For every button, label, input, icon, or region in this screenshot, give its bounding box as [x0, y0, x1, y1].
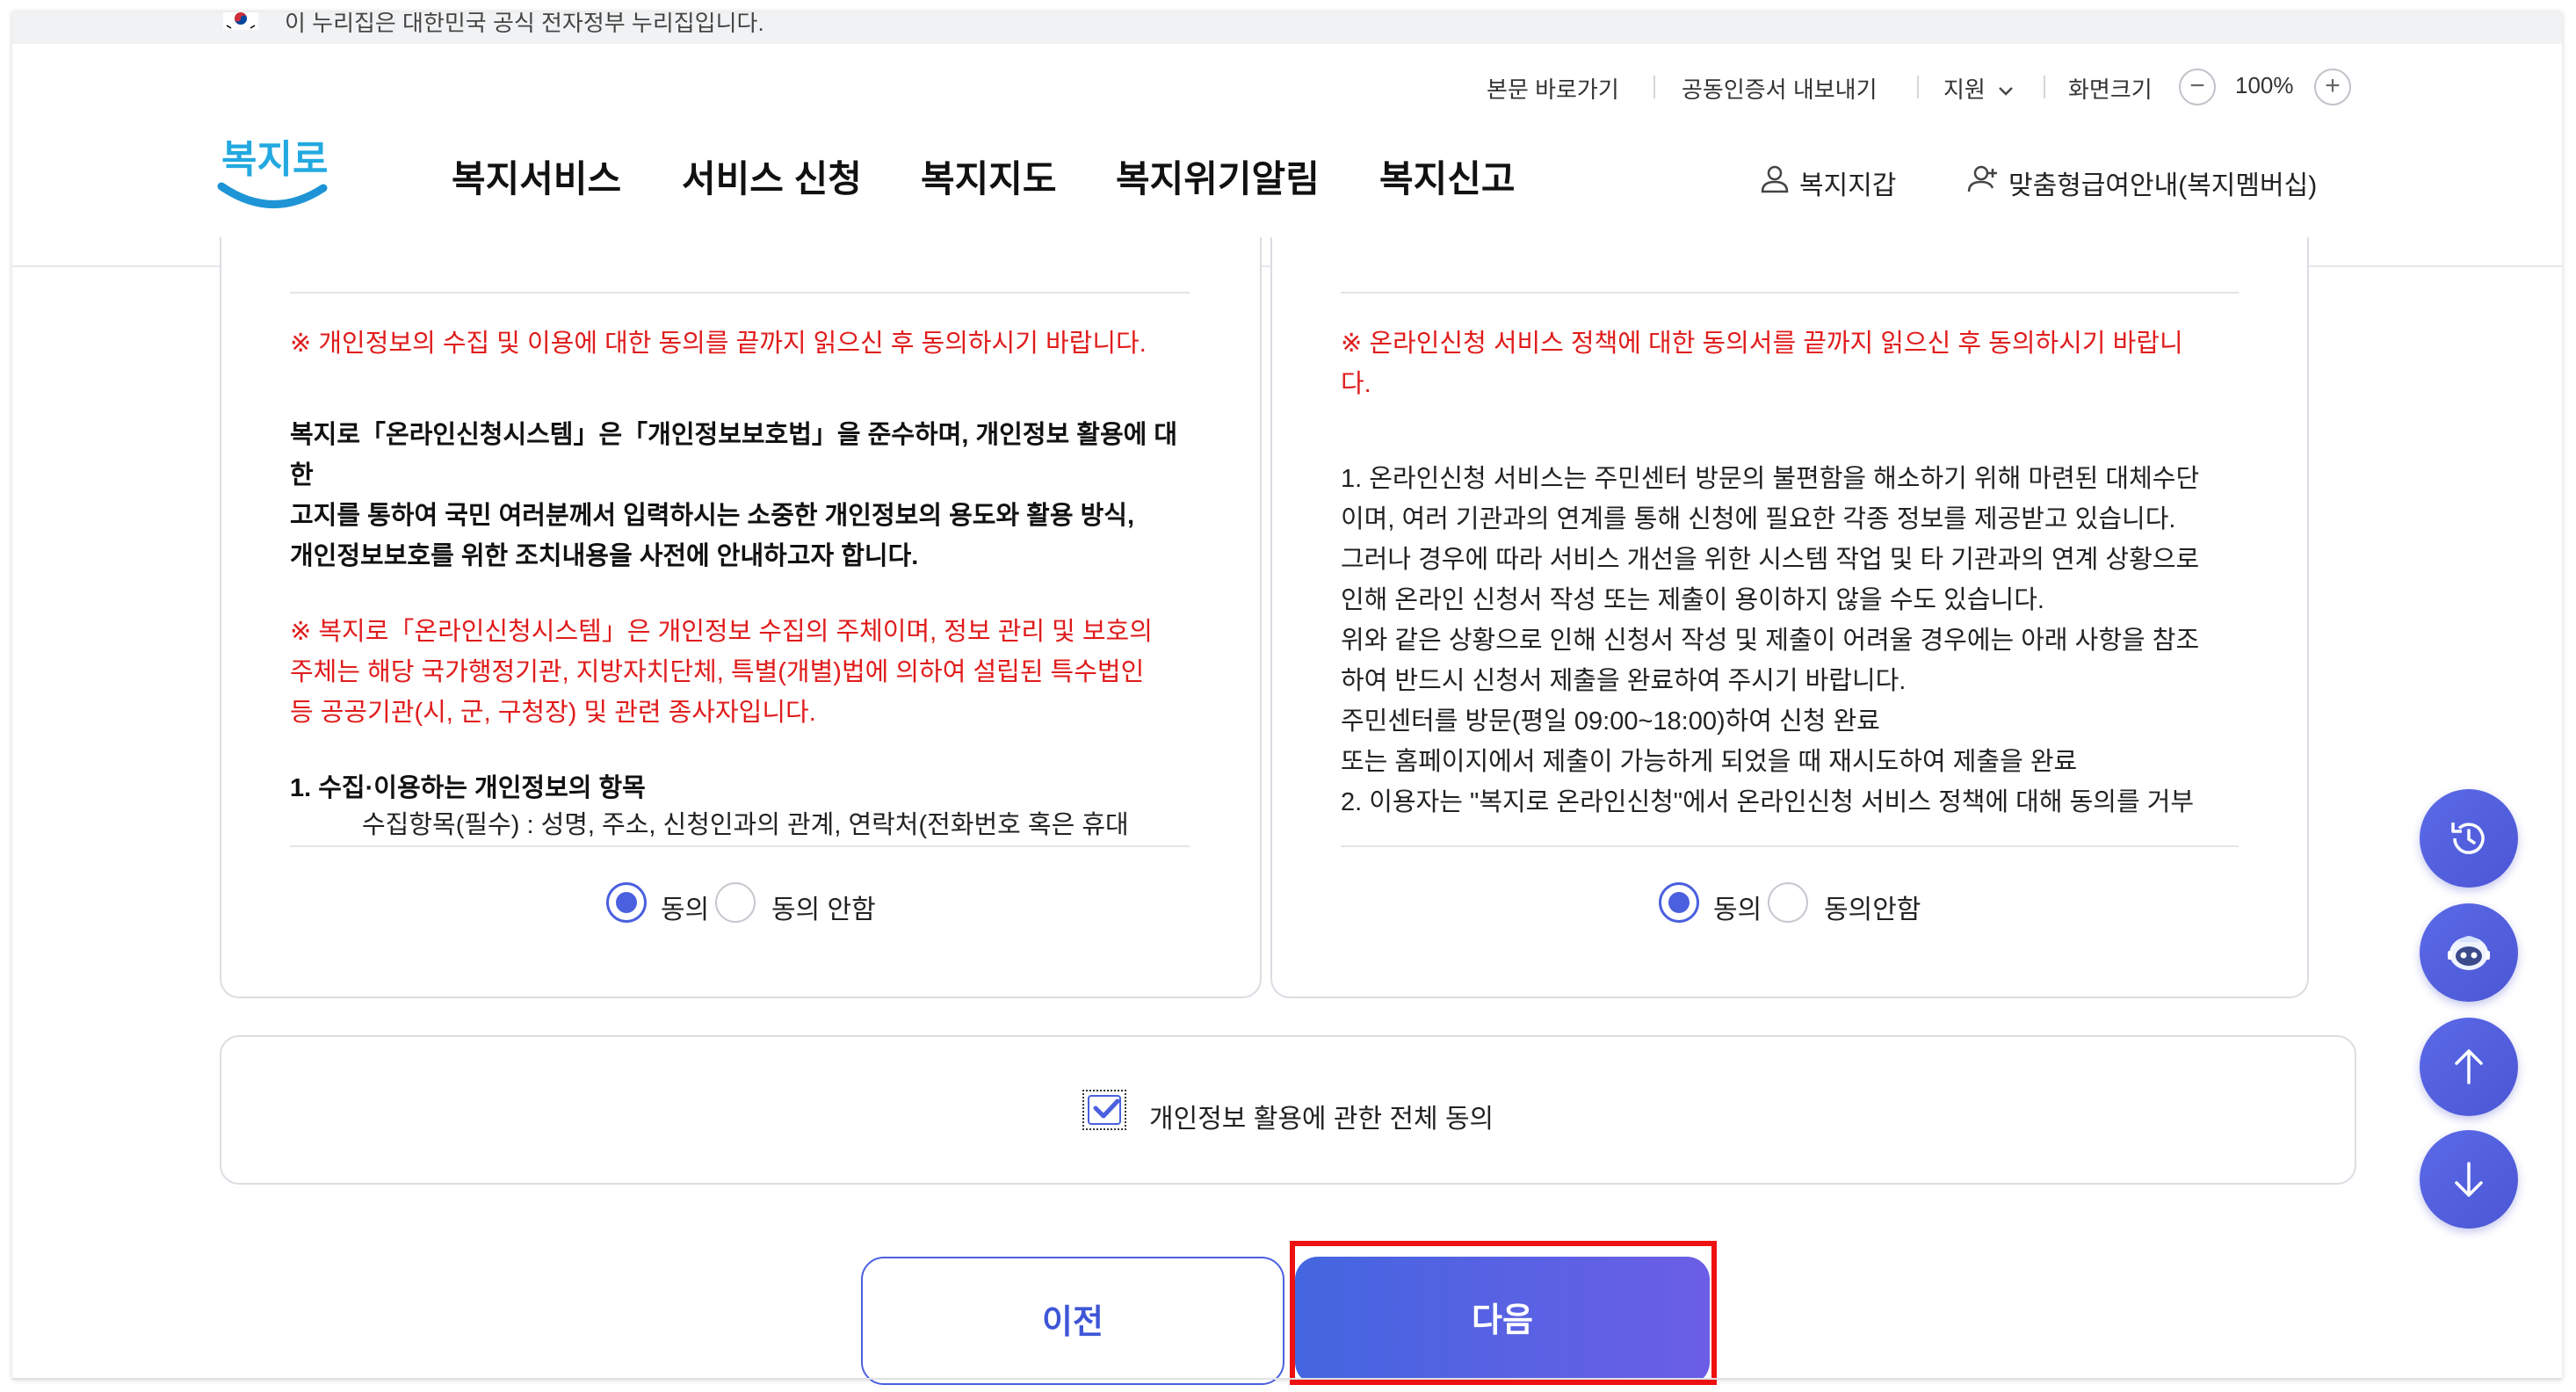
bokjiro-logo[interactable]: 복지로 [216, 123, 330, 220]
cert-export-link[interactable]: 공동인증서 내보내기 [1682, 72, 1878, 105]
support-label: 지원 [1943, 76, 1986, 103]
privacy-notice: ※ 개인정보의 수집 및 이용에 대한 동의를 끝까지 읽으신 후 동의하시기 … [290, 330, 1147, 358]
privacy-notice-line: 주체는 해당 국가행정기관, 지방자치단체, 특별(개별)법에 의하여 설립된 … [290, 658, 1145, 686]
privacy-disagree-label[interactable]: 동의 안함 [771, 888, 876, 926]
korean-flag-icon [223, 12, 258, 30]
divider [1653, 76, 1655, 98]
section-title: 1. 수집·이용하는 개인정보의 항목 [290, 774, 646, 802]
membership-link[interactable]: 맞춤형급여안내(복지멤버십) [2008, 163, 2317, 202]
privacy-disagree-radio[interactable] [715, 882, 756, 923]
policy-consent-scrollbox[interactable]: ※ 온라인신청 서비스 정책에 대한 동의서를 끝까지 읽으신 후 동의하시기 … [1341, 292, 2239, 847]
user-icon [1761, 165, 1789, 193]
policy-disagree-label[interactable]: 동의안함 [1824, 888, 1921, 926]
privacy-notice-line: 등 공공기관(시, 군, 구청장) 및 관련 종사자입니다. [290, 699, 816, 727]
screen-size-label: 화면크기 [2068, 76, 2153, 103]
divider [1917, 76, 1919, 98]
user-add-icon [1967, 165, 1997, 192]
privacy-intro-line: 복지로「온라인신청시스템」은「개인정보보호법」을 준수하며, 개인정보 활용에 … [290, 421, 1178, 489]
agree-all-label[interactable]: 개인정보 활용에 관한 전체 동의 [1149, 1097, 1494, 1135]
privacy-agree-label[interactable]: 동의 [661, 888, 709, 926]
gnb-welfare-report[interactable]: 복지신고 [1379, 149, 1516, 203]
chatbot-button[interactable] [2420, 903, 2518, 1002]
policy-text-line: 그러나 경우에 따라 서비스 개선을 위한 시스템 작업 및 타 기관과의 연계… [1341, 546, 2200, 574]
zoom-level: 100% [2235, 72, 2294, 98]
policy-text-line: 1. 온라인신청 서비스는 주민센터 방문의 불편함을 해소하기 위해 마련된 … [1341, 465, 2200, 493]
privacy-consent-radio-group: 동의 동의 안함 [606, 879, 958, 928]
privacy-intro-line: 고지를 통하여 국민 여러분께서 입력하시는 소중한 개인정보의 용도와 활용 … [290, 502, 1135, 530]
skip-to-content-link[interactable]: 본문 바로가기 [1487, 72, 1619, 105]
recent-history-button[interactable] [2420, 789, 2518, 888]
support-menu[interactable]: 지원 [1943, 72, 2015, 105]
zoom-in-button[interactable]: + [2314, 69, 2351, 105]
zoom-out-button[interactable]: − [2179, 69, 2216, 105]
chevron-down-icon [1999, 87, 2013, 96]
section-text: 수집항목(필수) : 성명, 주소, 신청인과의 관계, 연락처(전화번호 혹은… [362, 811, 1129, 839]
divider [2044, 76, 2045, 98]
policy-disagree-radio[interactable] [1768, 882, 1808, 923]
chatbot-icon [2448, 936, 2490, 970]
agree-all-checkbox[interactable] [1082, 1090, 1126, 1130]
policy-text-line: 주민센터를 방문(평일 09:00~18:00)하여 신청 완료 [1341, 707, 1880, 736]
gov-banner-text: 이 누리집은 대한민국 공식 전자정부 누리집입니다. [285, 12, 764, 36]
policy-agree-label[interactable]: 동의 [1713, 888, 1762, 926]
policy-text-line: 2. 이용자는 "복지로 온라인신청"에서 온라인신청 서비스 정책에 대해 동… [1341, 788, 2195, 816]
policy-text-line: 위와 같은 상황으로 인해 신청서 작성 및 제출이 어려울 경우에는 아래 사… [1341, 627, 2200, 655]
prev-button[interactable]: 이전 [861, 1257, 1284, 1385]
policy-text-line: 이며, 여러 기관과의 연계를 통해 신청에 필요한 각종 정보를 제공받고 있… [1341, 505, 2176, 533]
privacy-agree-radio[interactable] [606, 882, 647, 923]
privacy-consent-scrollbox[interactable]: ※ 개인정보의 수집 및 이용에 대한 동의를 끝까지 읽으신 후 동의하시기 … [290, 292, 1190, 847]
policy-text-line: 인해 온라인 신청서 작성 또는 제출이 용이하지 않을 수도 있습니다. [1341, 586, 2044, 614]
gnb-welfare-services[interactable]: 복지서비스 [452, 149, 621, 203]
check-icon [1093, 1098, 1120, 1119]
highlight-box [1290, 1241, 1717, 1385]
history-icon [2451, 823, 2485, 854]
scroll-bottom-button[interactable] [2420, 1130, 2518, 1229]
gnb-crisis-alert[interactable]: 복지위기알림 [1116, 149, 1320, 203]
policy-text-line: 또는 홈페이지에서 제출이 가능하게 되었을 때 재시도하여 제출을 완료 [1341, 748, 2078, 776]
privacy-intro-line: 개인정보보호를 위한 조치내용을 사전에 안내하고자 합니다. [290, 542, 919, 570]
viewport-bottom-border [12, 1378, 2562, 1380]
policy-notice-line: ※ 온라인신청 서비스 정책에 대한 동의서를 끝까지 읽으신 후 동의하시기 … [1341, 330, 2183, 358]
policy-notice-line: 다. [1341, 370, 1371, 398]
gnb-service-apply[interactable]: 서비스 신청 [682, 149, 862, 203]
policy-consent-radio-group: 동의 동의안함 [1659, 879, 2010, 928]
arrow-down-icon [2455, 1162, 2483, 1197]
welfare-wallet-link[interactable]: 복지지갑 [1799, 163, 1896, 202]
gov-banner: 이 누리집은 대한민국 공식 전자정부 누리집입니다. [12, 12, 2562, 44]
svg-text:복지로: 복지로 [221, 138, 328, 181]
scroll-top-button[interactable] [2420, 1018, 2518, 1116]
policy-text-line: 하여 반드시 신청서 제출을 완료하여 주시기 바랍니다. [1341, 667, 1907, 695]
privacy-notice-line: ※ 복지로「온라인신청시스템」은 개인정보 수집의 주체이며, 정보 관리 및 … [290, 618, 1153, 646]
gnb-welfare-map[interactable]: 복지지도 [921, 149, 1057, 203]
policy-agree-radio[interactable] [1659, 882, 1699, 923]
arrow-up-icon [2455, 1049, 2483, 1084]
